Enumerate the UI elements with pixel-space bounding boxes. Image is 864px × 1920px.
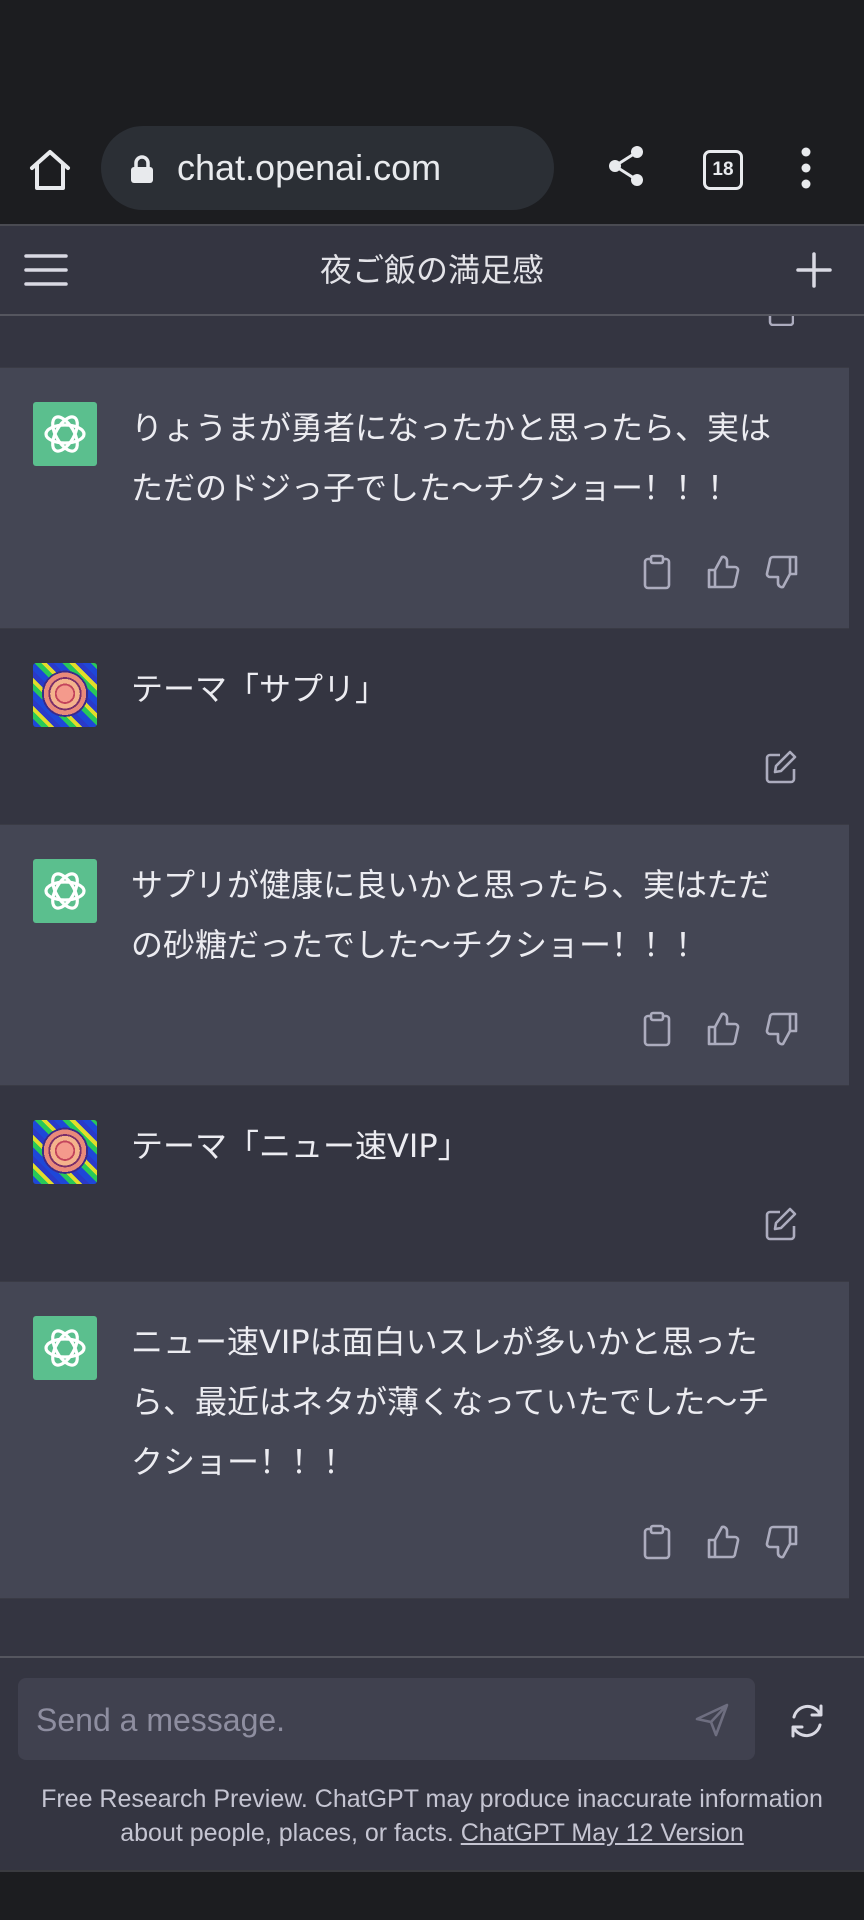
regenerate-icon[interactable] (788, 1702, 826, 1740)
message-text: りょうまが勇者になったかと思ったら、実は ただのドジっ子でした〜チクショー！！！ (131, 409, 772, 507)
version-link[interactable]: ChatGPT May 12 Version (461, 1819, 744, 1847)
address-bar[interactable]: chat.openai.com (101, 126, 554, 210)
share-icon[interactable] (604, 142, 648, 190)
composer: Free Research Preview. ChatGPT may produ… (0, 1656, 864, 1870)
disclaimer: Free Research Preview. ChatGPT may produ… (30, 1782, 834, 1850)
assistant-message: ニュー速VIPは面白いスレが多いかと思った ら、最近はネタが薄くなっていたでした… (0, 1281, 849, 1599)
chatgpt-logo-icon (33, 859, 97, 923)
message-input[interactable] (34, 1678, 678, 1762)
message-text: サプリが健康に良いかと思ったら、実はただ の砂糖だったでした〜チクショー！！！ (131, 866, 771, 964)
message-text: テーマ「ニュー速VIP」 (131, 1127, 470, 1165)
user-message: テーマ「ニュー速VIP」 (0, 1086, 849, 1281)
clipboard-icon[interactable] (640, 554, 674, 590)
thumbs-up-icon[interactable] (706, 1524, 740, 1560)
assistant-message: サプリが健康に良いかと思ったら、実はただ の砂糖だったでした〜チクショー！！！ (0, 824, 849, 1086)
more-vert-icon[interactable] (790, 144, 822, 192)
send-icon[interactable] (694, 1702, 730, 1738)
message-text: ニュー速VIPは面白いスレが多いかと思った ら、最近はネタが薄くなっていたでした… (131, 1323, 770, 1481)
home-icon[interactable] (24, 144, 76, 196)
thumbs-up-icon[interactable] (706, 554, 740, 590)
edit-icon[interactable] (764, 1206, 798, 1242)
system-nav-bar (0, 1870, 864, 1920)
thumbs-down-icon[interactable] (765, 1524, 799, 1560)
thumbs-down-icon[interactable] (765, 554, 799, 590)
thumbs-down-icon[interactable] (765, 1011, 799, 1047)
user-message: テーマ「サプリ」 (0, 629, 849, 824)
clipboard-icon[interactable] (640, 1524, 674, 1560)
chatgpt-logo-icon (33, 1316, 97, 1380)
chat-title: 夜ご飯の満足感 (319, 251, 544, 289)
url-text: chat.openai.com (177, 147, 442, 188)
status-bar (0, 0, 864, 100)
user-avatar (33, 1120, 97, 1184)
edit-icon[interactable] (768, 316, 794, 326)
lock-icon (129, 154, 155, 184)
browser-toolbar: chat.openai.com 18 (0, 100, 864, 226)
user-avatar (33, 663, 97, 727)
plus-icon[interactable] (796, 252, 832, 288)
message-text: テーマ「サプリ」 (131, 670, 388, 708)
chatgpt-logo-icon (33, 402, 97, 466)
chat-header: 夜ご飯の満足感 (0, 226, 864, 316)
conversation: りょうまが勇者になったかと思ったら、実は ただのドジっ子でした〜チクショー！！！… (0, 316, 864, 1656)
edit-icon[interactable] (764, 749, 798, 785)
thumbs-up-icon[interactable] (706, 1011, 740, 1047)
assistant-message: りょうまが勇者になったかと思ったら、実は ただのドジっ子でした〜チクショー！！！ (0, 367, 849, 629)
tab-switcher-icon[interactable]: 18 (703, 150, 743, 190)
message-input-box (18, 1678, 755, 1762)
clipboard-icon[interactable] (640, 1011, 674, 1047)
